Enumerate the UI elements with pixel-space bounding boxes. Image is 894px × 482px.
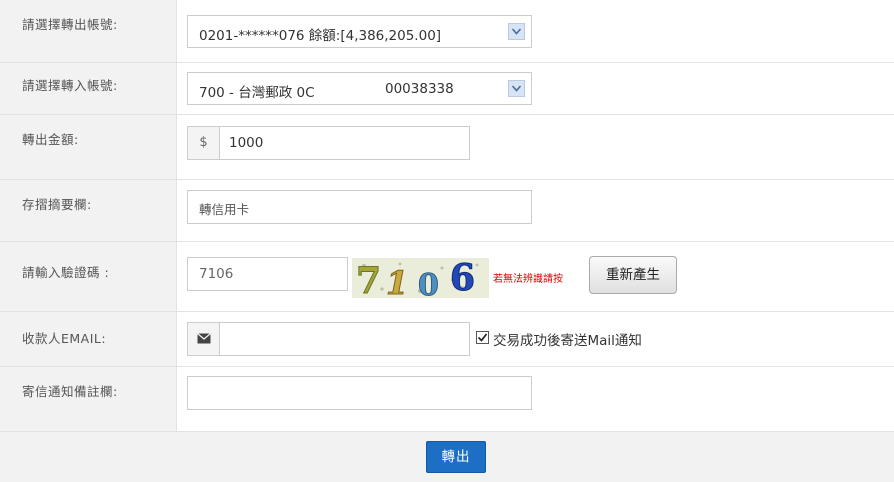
from-account-value: 0201-******076 餘額:[4,386,205.00] [199, 28, 442, 44]
to-account-label: 請選擇轉入帳號: [0, 63, 177, 114]
from-account-label: 請選擇轉出帳號: [0, 0, 177, 62]
captcha-char-1: 7 [356, 260, 381, 298]
captcha-hint: 若無法辨識請按 [493, 274, 563, 285]
amount-label: 轉出金額: [0, 115, 177, 179]
row-from-account: 請選擇轉出帳號: 0201-******076 餘額:[4,386,205.00… [0, 0, 894, 63]
regenerate-captcha-button[interactable]: 重新產生 [589, 256, 677, 294]
email-note-label: 寄信通知備註欄: [0, 367, 177, 431]
captcha-image: 7 1 0 6 [352, 258, 489, 298]
email-input[interactable] [187, 322, 470, 356]
amount-input[interactable]: $ 1000 [187, 126, 470, 160]
to-account-select[interactable]: 700 - 台灣郵政 0C 00038338 [187, 72, 532, 105]
notify-checkbox[interactable] [476, 331, 489, 344]
from-account-select[interactable]: 0201-******076 餘額:[4,386,205.00] [187, 15, 532, 48]
submit-bar: 轉出 [0, 432, 894, 482]
memo-label: 存摺摘要欄: [0, 180, 177, 241]
transfer-submit-button[interactable]: 轉出 [426, 441, 486, 473]
currency-addon: $ [188, 127, 220, 159]
to-account-number: 00038338 [385, 81, 454, 97]
captcha-char-2: 1 [386, 264, 408, 298]
checkmark-icon [477, 333, 488, 342]
row-email-note: 寄信通知備註欄: [0, 367, 894, 432]
transfer-form: 請選擇轉出帳號: 0201-******076 餘額:[4,386,205.00… [0, 0, 894, 482]
captcha-char-4: 6 [450, 258, 475, 298]
memo-value: 轉信用卡 [199, 202, 250, 217]
row-amount: 轉出金額: $ 1000 [0, 115, 894, 180]
notify-checkbox-label[interactable]: 交易成功後寄送Mail通知 [493, 329, 642, 349]
chevron-down-icon[interactable] [508, 80, 525, 97]
row-to-account: 請選擇轉入帳號: 700 - 台灣郵政 0C 00038338 [0, 63, 894, 115]
envelope-icon [188, 323, 220, 355]
row-memo: 存摺摘要欄: 轉信用卡 [0, 180, 894, 242]
chevron-down-icon[interactable] [508, 23, 525, 40]
captcha-label: 請輸入驗證碼 : [0, 242, 177, 311]
captcha-char-3: 0 [418, 268, 439, 298]
captcha-input[interactable]: 7106 [187, 257, 348, 291]
to-account-bank: 700 - 台灣郵政 0C [199, 85, 315, 101]
captcha-value: 7106 [199, 266, 234, 282]
email-note-input[interactable] [187, 376, 532, 410]
amount-value: 1000 [229, 135, 264, 151]
email-label: 收款人EMAIL: [0, 312, 177, 366]
memo-input[interactable]: 轉信用卡 [187, 190, 532, 224]
